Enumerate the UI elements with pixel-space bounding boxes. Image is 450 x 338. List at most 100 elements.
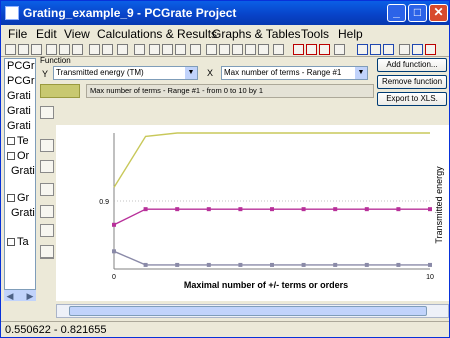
graph-icon-4[interactable] xyxy=(245,44,256,55)
maximize-button[interactable]: □ xyxy=(408,4,427,22)
tree-item[interactable]: Grati xyxy=(7,90,31,102)
tree-item[interactable]: Or xyxy=(7,150,29,162)
y-axis-label: Transmitted energy xyxy=(434,166,444,244)
add-function-button[interactable]: Add function... xyxy=(377,58,447,72)
chart-svg: 0.9 0 10 Maximal number of +/- terms or or… xyxy=(99,132,444,290)
clear-icon[interactable] xyxy=(319,44,330,55)
tree-item[interactable]: Grati xyxy=(11,165,35,177)
data-point xyxy=(428,207,432,212)
legend-icon[interactable] xyxy=(40,183,54,196)
tree-item[interactable]: Te xyxy=(7,135,29,147)
title-bar[interactable]: Grating_example_9 - PCGrate Project _ □ … xyxy=(1,1,449,25)
scroll-left-icon[interactable]: ◀ xyxy=(4,290,16,302)
y-axis-label: Y xyxy=(42,69,49,79)
tree-scrollbar[interactable]: ◀ ▶ xyxy=(4,289,36,301)
table-icon-1[interactable] xyxy=(357,44,368,55)
tree-item[interactable]: PCGra xyxy=(7,75,35,87)
export-xls-button[interactable]: Export to XLS. xyxy=(377,92,447,106)
chart-scrollbar[interactable] xyxy=(56,304,449,318)
zoom-in-icon[interactable] xyxy=(149,44,160,55)
x-tick-label: 10 xyxy=(426,274,434,281)
data-point xyxy=(301,207,306,212)
x-function-select[interactable]: Max number of terms - Range #1 ▼ xyxy=(221,66,368,80)
grid-icon[interactable] xyxy=(40,160,54,173)
toolbar xyxy=(1,43,449,57)
delete-graph-icon[interactable] xyxy=(293,44,304,55)
table-icon-3[interactable] xyxy=(383,44,394,55)
tree-item[interactable]: Ta xyxy=(7,236,29,248)
menu-bar: File Edit View Calculations & Results Gr… xyxy=(1,25,449,43)
zoom-out-icon[interactable] xyxy=(162,44,173,55)
zoom-icon[interactable] xyxy=(40,205,54,218)
graph-icon-6[interactable] xyxy=(273,44,284,55)
export-icon[interactable] xyxy=(334,44,345,55)
range-description: Max number of terms - Range #1 - from 0 … xyxy=(86,84,374,98)
chart-area[interactable]: 0.9 0 10 Maximal number of +/- terms or or… xyxy=(56,125,449,301)
print-preview-icon[interactable] xyxy=(102,44,113,55)
data-point xyxy=(238,262,243,267)
pen-icon[interactable] xyxy=(40,245,54,258)
menu-help[interactable]: Help xyxy=(338,27,363,41)
graph-icon-3[interactable] xyxy=(232,44,243,55)
print-icon[interactable] xyxy=(89,44,100,55)
scroll-right-icon[interactable]: ▶ xyxy=(24,290,36,302)
data-point xyxy=(364,262,369,267)
chevron-down-icon[interactable]: ▼ xyxy=(185,67,197,79)
axis-scale-icon[interactable] xyxy=(40,106,54,119)
search-icon[interactable] xyxy=(175,44,186,55)
menu-calculations-results[interactable]: Calculations & Results xyxy=(97,27,217,41)
y-function-select[interactable]: Transmitted energy (TM) ▼ xyxy=(53,66,198,80)
data-point xyxy=(364,207,369,212)
stop-icon[interactable] xyxy=(425,44,436,55)
curve-icon[interactable] xyxy=(40,139,54,152)
app-window: Grating_example_9 - PCGrate Project _ □ … xyxy=(0,0,450,338)
chevron-down-icon[interactable]: ▼ xyxy=(355,67,367,79)
remove-function-button[interactable]: Remove function xyxy=(377,75,447,89)
graph-icon-5[interactable] xyxy=(258,44,269,55)
x-axis-label: Maximal number of +/- terms or orders xyxy=(184,280,348,290)
save-icon[interactable] xyxy=(31,44,42,55)
data-point xyxy=(396,262,401,267)
properties-icon[interactable] xyxy=(117,44,128,55)
table-folder-icon xyxy=(7,238,15,247)
menu-tools[interactable]: Tools xyxy=(301,27,329,41)
menu-view[interactable]: View xyxy=(64,27,90,41)
remove-curve-icon[interactable] xyxy=(306,44,317,55)
function-panel: Function Y Transmitted energy (TM) ▼ X M… xyxy=(38,56,374,104)
y-tick-label: 0.9 xyxy=(99,199,109,206)
graph-icon-1[interactable] xyxy=(206,44,217,55)
data-point xyxy=(396,207,401,212)
data-point xyxy=(270,207,274,212)
new-icon[interactable] xyxy=(5,44,16,55)
copy-icon[interactable] xyxy=(59,44,70,55)
settings-icon[interactable] xyxy=(412,44,423,55)
project-tree[interactable]: PCGra PCGra Grati Grati Grati Te Or Grat… xyxy=(4,58,36,301)
menu-file[interactable]: File xyxy=(8,27,27,41)
marker-icon[interactable] xyxy=(40,224,54,237)
function-group-label: Function xyxy=(40,56,71,65)
data-point xyxy=(301,262,306,267)
scroll-thumb[interactable] xyxy=(69,306,427,316)
tree-item[interactable]: Gr xyxy=(7,192,29,204)
function-color-swatch[interactable] xyxy=(40,84,80,98)
minimize-button[interactable]: _ xyxy=(387,4,406,22)
tree-item[interactable]: Grati xyxy=(7,120,31,132)
tree-item[interactable]: Grati xyxy=(7,105,31,117)
cut-icon[interactable] xyxy=(46,44,57,55)
paste-icon[interactable] xyxy=(72,44,83,55)
data-point xyxy=(333,207,338,212)
menu-graphs-tables[interactable]: Graphs & Tables xyxy=(212,27,301,41)
data-point xyxy=(143,262,148,267)
graph-side-toolbar xyxy=(38,104,55,304)
menu-edit[interactable]: Edit xyxy=(36,27,57,41)
excel-icon[interactable] xyxy=(399,44,410,55)
table-icon-2[interactable] xyxy=(370,44,381,55)
tree-item[interactable]: Grati xyxy=(11,207,35,219)
calculator-icon[interactable] xyxy=(134,44,145,55)
graph-icon-2[interactable] xyxy=(219,44,230,55)
graph-folder-icon xyxy=(7,194,15,203)
fit-icon[interactable] xyxy=(190,44,201,55)
close-button[interactable]: ✕ xyxy=(429,4,448,22)
tree-item[interactable]: PCGra xyxy=(7,60,35,72)
open-icon[interactable] xyxy=(18,44,29,55)
